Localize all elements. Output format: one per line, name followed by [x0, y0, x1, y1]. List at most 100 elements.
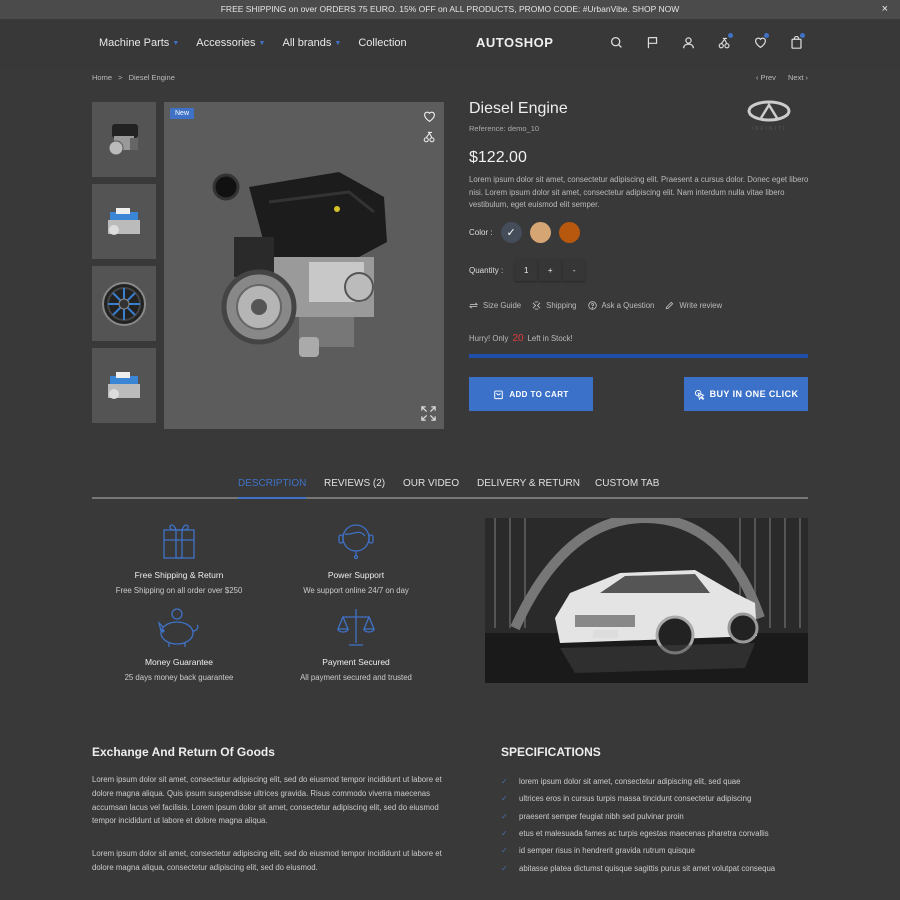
quantity-input[interactable]: 1 [515, 259, 538, 281]
tab-reviews[interactable]: REVIEWS (2) [324, 478, 385, 499]
tab-custom[interactable]: CUSTOM TAB [595, 478, 659, 499]
breadcrumb: Home > Diesel Engine [92, 73, 179, 82]
heart-icon[interactable] [754, 33, 790, 52]
sedan-photo [485, 518, 808, 683]
cart-count-badge [800, 33, 805, 38]
add-to-cart-button[interactable]: ADD TO CART [469, 377, 593, 411]
write-review-link[interactable]: Write review [665, 301, 722, 310]
quantity-stepper: Quantity : 1 + - [469, 259, 587, 281]
spec-text: etus et malesuada fames ac turpis egesta… [519, 829, 769, 839]
feature-money-guarantee: Money Guarantee 25 days money back guara… [99, 607, 259, 682]
chevron-down-icon: ▼ [334, 39, 342, 47]
thumbnail-engine[interactable] [92, 102, 156, 177]
shipping-icon [532, 301, 541, 310]
v8-engine-image [108, 371, 140, 399]
quantity-label: Quantity : [469, 265, 504, 275]
gift-icon [163, 524, 195, 559]
add-to-cart-label: ADD TO CART [509, 389, 569, 399]
nav-item-collection[interactable]: Collection [358, 37, 406, 49]
wishlist-count-badge [764, 33, 769, 38]
expand-icon[interactable] [420, 405, 437, 422]
stock-prefix: Hurry! Only [469, 334, 509, 343]
check-icon: ✓ [501, 794, 508, 804]
spec-item: ✓ lorem ipsum dolor sit amet, consectetur… [501, 773, 775, 790]
svg-text:INFINITI: INFINITI [752, 126, 787, 132]
spec-text: praesent semper feugiat nibh sed pulvina… [519, 811, 684, 821]
engine-image [212, 172, 387, 357]
bag-icon [494, 390, 504, 399]
buy-one-click-button[interactable]: BUY IN ONE CLICK [684, 377, 808, 411]
tab-delivery-return[interactable]: DELIVERY & RETURN [477, 478, 580, 499]
quantity-increase-button[interactable]: + [539, 259, 562, 281]
v8-engine-image [108, 207, 140, 235]
quantity-decrease-button[interactable]: - [563, 259, 586, 281]
chevron-down-icon: ▼ [172, 39, 180, 47]
thumbnail-v8-engine-2[interactable] [92, 348, 156, 423]
link-label: Ask a Question [601, 301, 655, 310]
color-swatch-dark-blue[interactable]: ✓ [500, 222, 522, 243]
feature-title: Money Guarantee [144, 657, 214, 667]
flag-icon[interactable] [646, 36, 682, 52]
header: Machine Parts ▼ Accessories ▼ All brands ▼ … [0, 19, 900, 67]
spec-item: ✓ ultrices eros in cursus turpis massa ti… [501, 790, 775, 807]
spec-item: ✓ abitasse platea dictumst quisque sagitt… [501, 859, 775, 876]
check-icon: ✓ [501, 811, 508, 821]
tab-our-video[interactable]: OUR VIDEO [403, 478, 459, 499]
pager: ‹ Prev Next › [746, 73, 808, 82]
question-icon [587, 301, 597, 310]
spec-text: lorem ipsum dolor sit amet, consectetur … [519, 777, 741, 787]
compare-count-badge [728, 33, 733, 38]
shipping-link[interactable]: Shipping [532, 301, 577, 310]
nav-item-all-brands[interactable]: All brands ▼ [282, 37, 341, 49]
main-product-image[interactable]: New [164, 102, 444, 429]
breadcrumb-home[interactable]: Home [92, 73, 112, 82]
thumbnail-list [92, 102, 156, 430]
compare-icon[interactable] [423, 130, 436, 143]
nav-item-accessories[interactable]: Accessories ▼ [196, 37, 265, 49]
spec-text: ultrices eros in cursus turpis massa tin… [519, 794, 752, 804]
nav-item-machine-parts[interactable]: Machine Parts ▼ [99, 37, 179, 49]
color-swatch-orange[interactable] [558, 222, 580, 243]
spec-item: ✓ praesent semper feugiat nibh sed pulvin… [501, 808, 775, 825]
spec-item: ✓ etus et malesuada fames ac turpis egest… [501, 825, 775, 842]
specifications-heading: SPECIFICATIONS [501, 745, 601, 759]
next-link[interactable]: Next › [788, 73, 808, 82]
search-icon[interactable] [610, 36, 646, 52]
specifications-list: ✓ lorem ipsum dolor sit amet, consectetur… [501, 773, 775, 877]
tab-description[interactable]: DESCRIPTION [238, 478, 307, 499]
feature-title: Power Support [327, 570, 385, 580]
ask-question-link[interactable]: Ask a Question [587, 301, 655, 310]
exchange-paragraph-1: Lorem ipsum dolor sit amet, consectetur … [92, 775, 442, 826]
color-swatch-tan[interactable] [529, 222, 551, 243]
user-icon[interactable] [682, 36, 718, 52]
feature-desc: We support online 24/7 on day [303, 586, 409, 595]
prev-link[interactable]: ‹ Prev [756, 73, 776, 82]
logo[interactable]: AUTOSHOP [476, 35, 553, 50]
brand-logo[interactable]: INFINITI [739, 100, 799, 134]
new-badge: New [170, 108, 195, 119]
stock-suffix: Left in Stock! [527, 334, 573, 343]
stock-progress-bar [469, 354, 808, 358]
close-icon[interactable]: × [882, 0, 888, 19]
wishlist-heart-icon[interactable] [423, 110, 436, 123]
exchange-paragraph-2: Lorem ipsum dolor sit amet, consectetur … [92, 849, 442, 872]
thumbnail-v8-engine[interactable] [92, 184, 156, 259]
feature-desc: 25 days money back guarantee [124, 673, 234, 682]
headset-icon [338, 524, 374, 560]
compare-icon[interactable] [718, 33, 754, 52]
header-icons [610, 33, 826, 52]
product-price: $122.00 [469, 149, 527, 166]
link-label: Size Guide [483, 301, 522, 310]
feature-desc: Free Shipping on all order over $250 [115, 586, 243, 595]
color-label: Color : [469, 228, 493, 237]
cart-icon[interactable] [790, 33, 826, 52]
nav-label: Machine Parts [99, 37, 170, 49]
thumbnail-wheel[interactable] [92, 266, 156, 341]
scales-icon [337, 609, 375, 646]
pointer-click-icon [694, 389, 705, 400]
check-icon: ✓ [501, 863, 508, 873]
buy-one-click-label: BUY IN ONE CLICK [709, 389, 799, 399]
product-description: Lorem ipsum dolor sit amet, consectetur … [469, 175, 809, 209]
product-links: Size Guide Shipping Ask a Question Write… [469, 301, 733, 310]
size-guide-link[interactable]: Size Guide [469, 301, 521, 310]
